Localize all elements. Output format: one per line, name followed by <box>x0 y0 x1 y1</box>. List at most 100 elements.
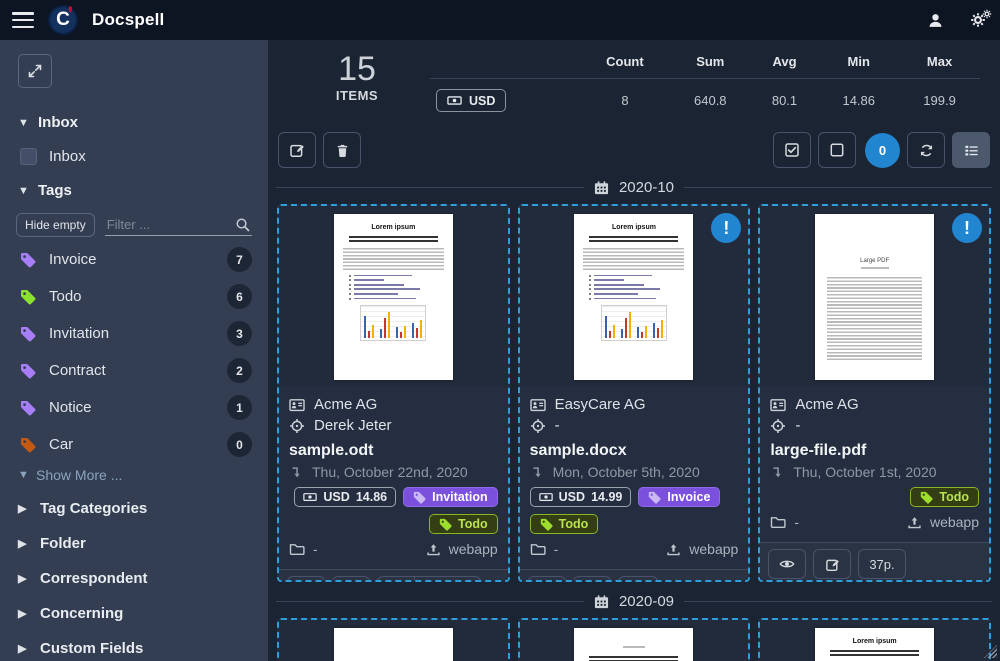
stat-sum: 640.8 <box>670 79 751 119</box>
source-info: webapp <box>666 541 738 557</box>
inbox-checkbox[interactable] <box>20 148 37 165</box>
tag-icon <box>648 491 661 504</box>
edit-item-button[interactable] <box>813 549 851 579</box>
crosshairs-icon <box>530 418 546 434</box>
caret-right-icon: ▶ <box>18 572 28 585</box>
tag-filter-row: Hide empty <box>16 213 252 237</box>
delete-button[interactable] <box>323 132 361 168</box>
sync-icon <box>919 143 934 158</box>
preview-button[interactable] <box>287 576 325 582</box>
preview-bar-chart <box>360 305 426 341</box>
settings-gears-icon[interactable] <box>970 12 986 28</box>
tag-icon <box>920 491 933 504</box>
item-card-large-file-pdf[interactable]: ! Large PDF Acme AG <box>758 204 991 582</box>
check-square-icon <box>784 142 800 158</box>
stat-min: 14.86 <box>818 79 899 119</box>
page-count-label[interactable]: 4p. <box>618 576 658 582</box>
tag-count-badge: 3 <box>227 321 252 346</box>
sidebar-section-tags[interactable]: ▼ Tags <box>16 174 252 207</box>
hide-empty-button[interactable]: Hide empty <box>16 213 95 237</box>
tag-filter-input[interactable] <box>107 217 235 232</box>
item-title[interactable]: large-file.pdf <box>770 442 979 460</box>
tag-badge-todo[interactable]: Todo <box>530 514 599 534</box>
sidebar-section-folder[interactable]: ▶ Folder <box>16 526 252 561</box>
tag-count-badge: 0 <box>227 432 252 457</box>
search-sidebar: ▼ Inbox Inbox ▼ Tags Hide empty Inv <box>0 40 268 661</box>
group-header-2020-09: 2020-09 <box>276 593 992 610</box>
inbox-checkbox-row[interactable]: Inbox <box>16 139 252 174</box>
item-card-sample-docx[interactable]: ! Lorem ipsum <box>518 204 751 582</box>
tag-icon <box>20 363 36 379</box>
tag-icon <box>439 518 452 531</box>
document-preview[interactable]: Lorem ipsum <box>760 620 989 661</box>
col-min: Min <box>818 50 899 79</box>
item-card[interactable] <box>277 618 510 661</box>
item-date: Thu, October 22nd, 2020 <box>289 464 498 480</box>
crosshairs-icon <box>770 418 786 434</box>
show-more-link[interactable]: ▼ Show More ... <box>16 463 252 491</box>
sidebar-section-tag-categories[interactable]: ▶ Tag Categories <box>16 491 252 526</box>
col-count: Count <box>580 50 670 79</box>
stat-max: 199.9 <box>899 79 980 119</box>
sidebar-section-custom-fields[interactable]: ▶ Custom Fields <box>16 631 252 661</box>
edit-item-button[interactable] <box>332 576 370 582</box>
sidebar-tag-invitation[interactable]: Invitation 3 <box>16 315 252 352</box>
sidebar-tag-invoice[interactable]: Invoice 7 <box>16 241 252 278</box>
app-window: C ' Docspell ▼ Inbox Inbox <box>0 0 1000 661</box>
preview-button[interactable] <box>528 576 566 582</box>
refresh-button[interactable] <box>907 132 945 168</box>
tag-count-badge: 2 <box>227 358 252 383</box>
sidebar-section-correspondent[interactable]: ▶ Correspondent <box>16 561 252 596</box>
tag-icon <box>540 518 553 531</box>
tag-count-badge: 6 <box>227 284 252 309</box>
tag-badge-invitation[interactable]: Invitation <box>403 487 498 507</box>
item-title[interactable]: sample.odt <box>289 442 498 460</box>
item-title[interactable]: sample.docx <box>530 442 739 460</box>
user-icon[interactable] <box>927 12 944 29</box>
preview-button[interactable] <box>768 549 806 579</box>
concerning-line: Derek Jeter <box>289 415 498 436</box>
source-info: webapp <box>907 514 979 530</box>
document-preview[interactable] <box>279 620 508 661</box>
item-card[interactable] <box>518 618 751 661</box>
folder-info: - <box>530 541 559 557</box>
folder-icon <box>770 514 786 530</box>
arrow-down-icon <box>289 465 303 480</box>
select-all-button[interactable] <box>773 132 811 168</box>
correspondent-line: Acme AG <box>289 394 498 415</box>
sidebar-section-inbox[interactable]: ▼ Inbox <box>16 106 252 139</box>
crosshairs-icon <box>289 418 305 434</box>
page-count-label[interactable]: 37p. <box>858 549 905 579</box>
sidebar-tag-todo[interactable]: Todo 6 <box>16 278 252 315</box>
sidebar-tag-contract[interactable]: Contract 2 <box>16 352 252 389</box>
navbar-right <box>927 12 986 29</box>
caret-down-icon: ▼ <box>18 469 28 481</box>
expand-sidebar-button[interactable] <box>18 54 52 88</box>
document-preview[interactable]: Lorem ipsum <box>279 206 508 386</box>
sidebar-tag-car[interactable]: Car 0 <box>16 426 252 463</box>
item-cards-grid: Lorem ipsum <box>276 204 992 582</box>
menu-icon[interactable] <box>12 12 34 28</box>
top-navbar: C ' Docspell <box>0 0 1000 40</box>
select-none-button[interactable] <box>818 132 856 168</box>
edit-item-button[interactable] <box>573 576 611 582</box>
tag-badge-todo[interactable]: Todo <box>429 514 498 534</box>
selection-count-badge[interactable]: 0 <box>865 133 900 168</box>
search-icon <box>235 217 250 232</box>
document-preview[interactable] <box>520 620 749 661</box>
list-view-button[interactable] <box>952 132 990 168</box>
edit-button[interactable] <box>278 132 316 168</box>
sidebar-section-concerning[interactable]: ▶ Concerning <box>16 596 252 631</box>
item-card[interactable]: Lorem ipsum <box>758 618 991 661</box>
stat-avg: 80.1 <box>751 79 819 119</box>
tag-badge-invoice[interactable]: Invoice <box>638 487 720 507</box>
sidebar-tag-notice[interactable]: Notice 1 <box>16 389 252 426</box>
tag-badge-todo[interactable]: Todo <box>910 487 979 507</box>
item-card-sample-odt[interactable]: Lorem ipsum <box>277 204 510 582</box>
correspondent-line: Acme AG <box>770 394 979 415</box>
concerning-line: - <box>770 415 979 436</box>
upload-icon <box>666 542 681 557</box>
next-attachment-button[interactable] <box>378 577 414 582</box>
table-row: USD 8 640.8 80.1 14.86 199.9 <box>430 79 980 119</box>
tag-icon <box>413 491 426 504</box>
